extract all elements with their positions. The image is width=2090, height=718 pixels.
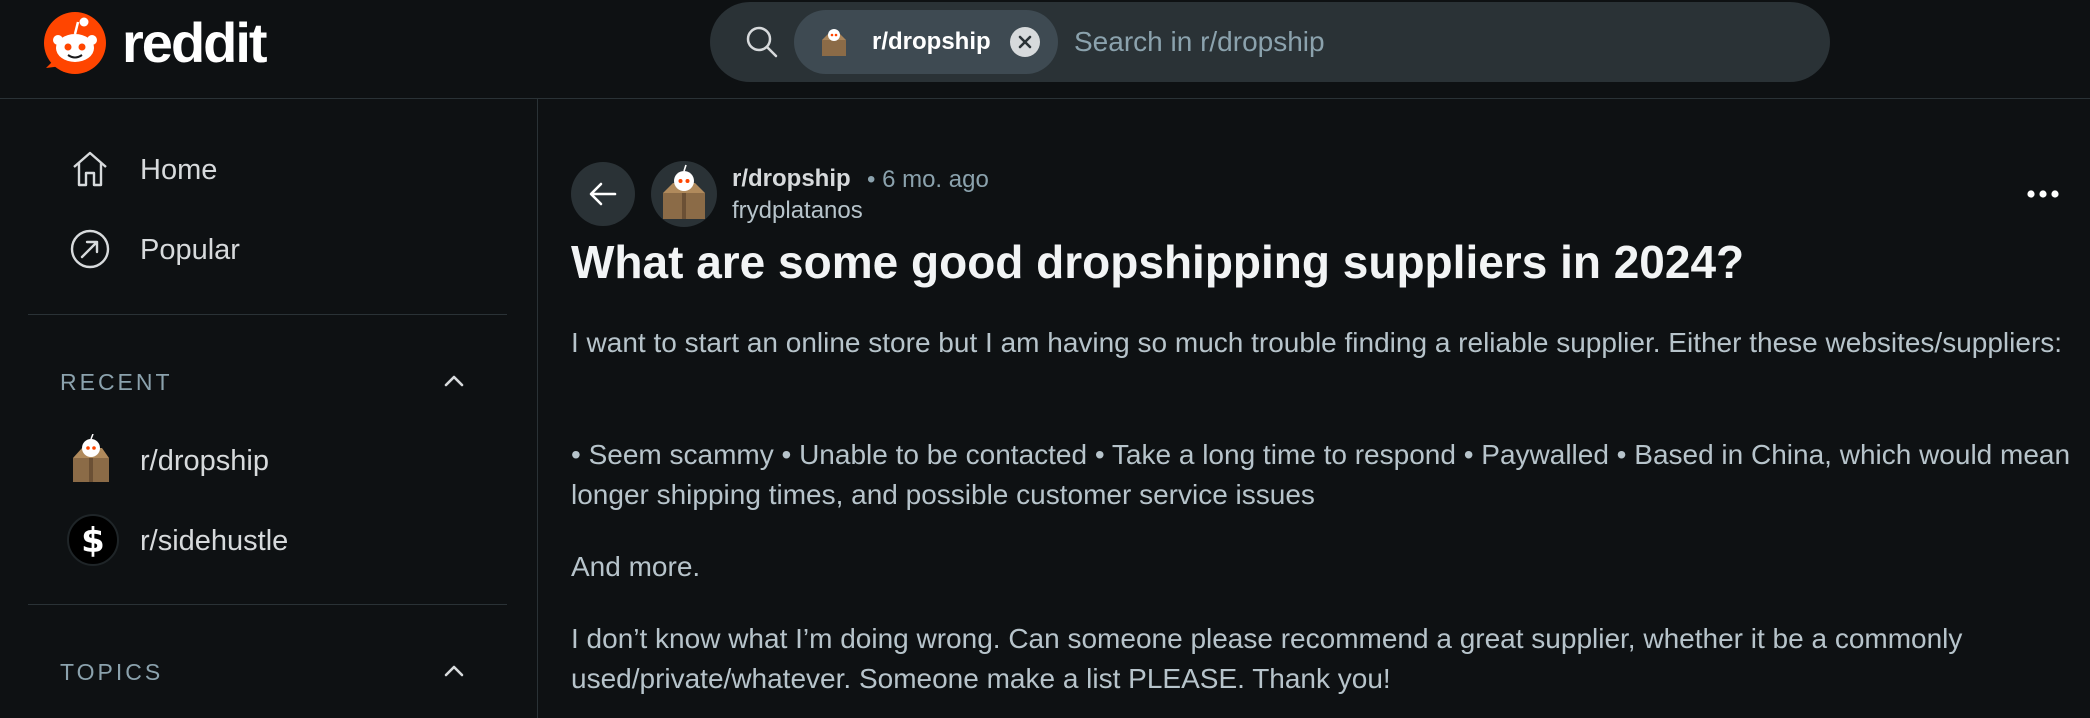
community-filter-chip[interactable]: r/dropship	[794, 10, 1058, 74]
left-sidebar: Home Popular RECENT r/dropship $ r/sideh…	[0, 99, 538, 718]
chip-label: r/dropship	[872, 28, 991, 55]
sidebar-divider	[28, 314, 507, 315]
reddit-logo[interactable]: reddit	[42, 10, 268, 76]
sidebar-item-label: Popular	[140, 234, 240, 266]
top-header: reddit r/dropship	[0, 0, 2090, 99]
close-icon	[1018, 35, 1032, 49]
recent-section-heading: RECENT	[60, 369, 173, 395]
dropship-avatar-icon	[822, 29, 846, 56]
post-paragraph: I don’t know what I’m doing wrong. Can s…	[571, 623, 1963, 694]
dollar-icon: $	[67, 514, 119, 566]
post-paragraph: • Seem scammy • Unable to be contacted •…	[571, 439, 2071, 510]
svg-text:$: $	[81, 521, 105, 561]
logo-wordmark: reddit	[122, 11, 268, 74]
arrow-left-icon	[589, 182, 617, 206]
reddit-snoo-icon	[44, 12, 106, 74]
sidebar-divider	[28, 604, 507, 605]
home-icon	[73, 151, 107, 187]
subreddit-avatar[interactable]	[651, 161, 717, 227]
chevron-up-icon[interactable]	[440, 367, 468, 395]
sidebar-item-label: r/sidehustle	[140, 525, 289, 557]
more-options-icon[interactable]	[2023, 179, 2063, 209]
chip-remove-button[interactable]	[1010, 27, 1040, 57]
topics-section-heading: TOPICS	[60, 659, 164, 685]
back-button[interactable]	[571, 162, 635, 226]
chevron-up-icon[interactable]	[440, 657, 468, 685]
post-title: What are some good dropshipping supplier…	[571, 236, 1745, 288]
post-subreddit-link[interactable]: r/dropship	[732, 165, 851, 193]
sidebar-item-label: r/dropship	[140, 445, 269, 477]
search-icon	[746, 26, 778, 58]
popular-icon	[70, 229, 110, 269]
search-input[interactable]	[1074, 14, 1774, 70]
post-timestamp: • 6 mo. ago	[867, 166, 989, 193]
post-author-link[interactable]: frydplatanos	[732, 197, 863, 225]
post-paragraph: I want to start an online store but I am…	[571, 327, 2063, 358]
sidebar-item-label: Home	[140, 154, 218, 186]
search-bar[interactable]: r/dropship	[710, 2, 1830, 82]
post-content: r/dropship • 6 mo. ago frydplatanos What…	[539, 99, 2090, 718]
post-paragraph: And more.	[571, 551, 701, 582]
dropship-avatar-icon	[73, 434, 109, 482]
